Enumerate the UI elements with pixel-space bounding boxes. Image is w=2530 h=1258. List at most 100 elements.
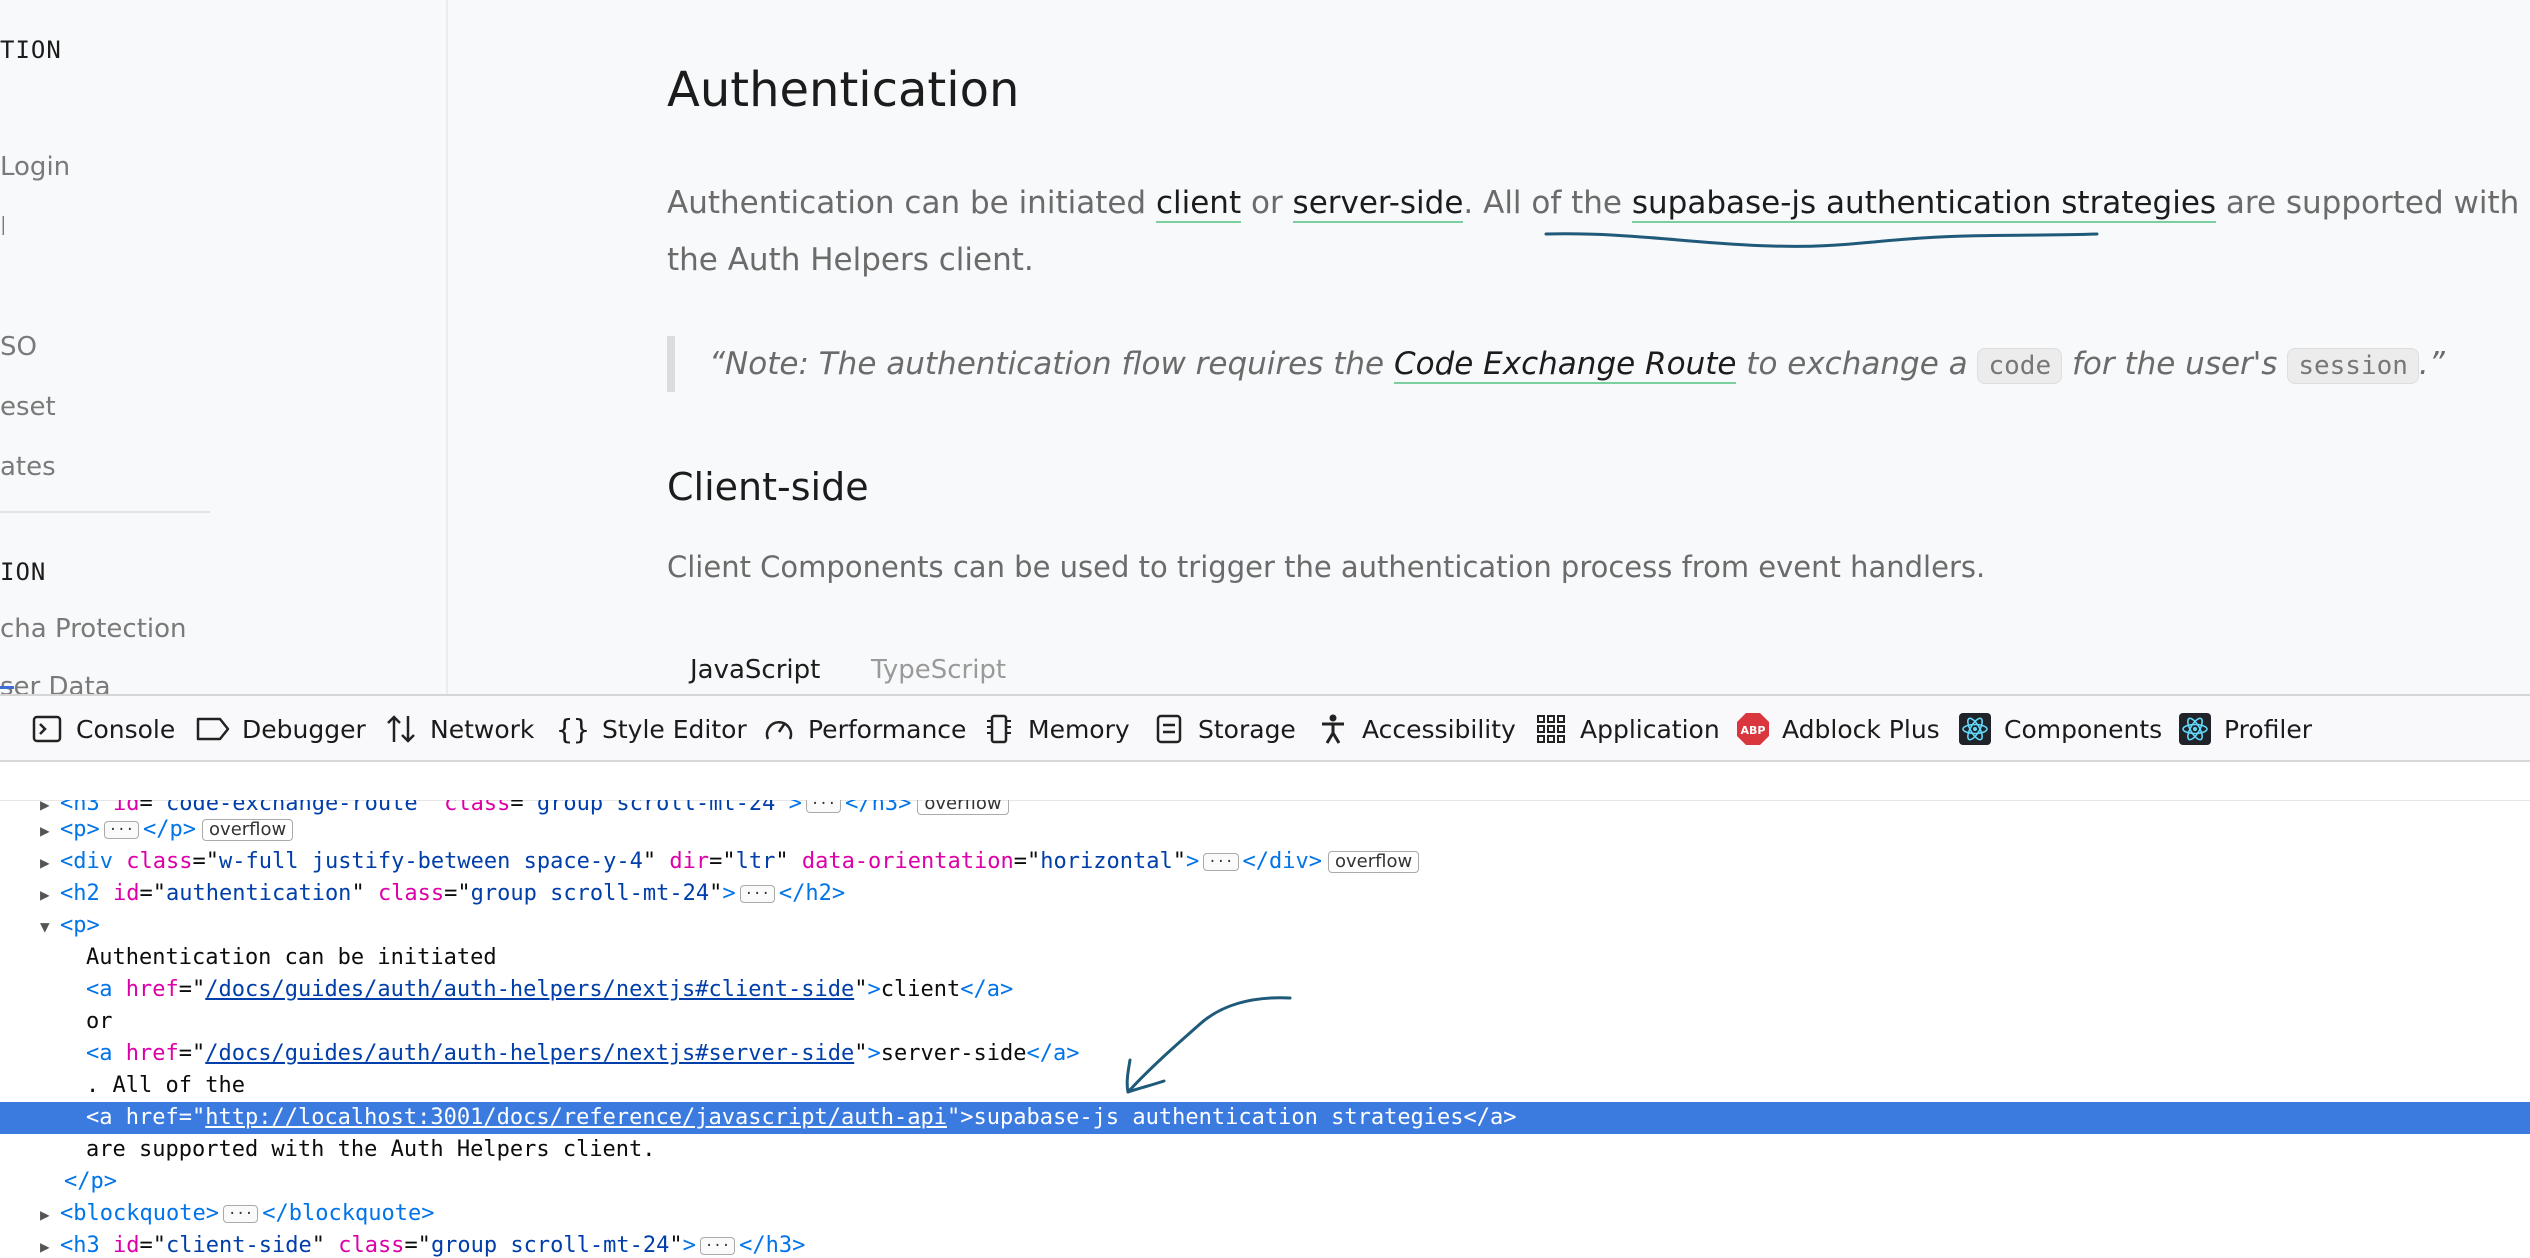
tab-label: Components <box>2004 714 2163 744</box>
collapse-triangle-icon[interactable]: ▼ <box>40 911 60 943</box>
tree-text-node[interactable]: Authentication can be initiated <box>0 942 2530 974</box>
tab-debugger[interactable]: Debugger <box>196 712 366 746</box>
overflow-badge[interactable]: overflow <box>917 800 1009 815</box>
note-text: for the user's <box>2062 346 2288 382</box>
tab-profiler[interactable]: Profiler <box>2178 712 2312 746</box>
collapsed-ellipsis[interactable]: ··· <box>222 1205 259 1223</box>
tab-label: Memory <box>1028 714 1130 744</box>
tab-label: Storage <box>1198 714 1296 744</box>
tab-performance[interactable]: Performance <box>762 712 966 746</box>
tab-network[interactable]: Network <box>384 712 534 746</box>
tree-node-selected[interactable]: <a href="http://localhost:3001/docs/refe… <box>0 1102 2530 1134</box>
memory-icon <box>982 712 1016 746</box>
debugger-icon <box>196 712 230 746</box>
tab-accessibility[interactable]: Accessibility <box>1316 712 1516 746</box>
tree-text-node[interactable]: are supported with the Auth Helpers clie… <box>0 1134 2530 1166</box>
page-title: Authentication <box>667 62 1020 118</box>
collapsed-ellipsis[interactable]: ··· <box>1203 853 1239 871</box>
react-icon <box>1958 712 1992 746</box>
tab-label: Debugger <box>242 714 366 744</box>
console-icon <box>30 712 64 746</box>
overflow-badge[interactable]: overflow <box>1328 851 1420 873</box>
sidebar-item-sso[interactable]: SO <box>0 332 37 362</box>
overflow-badge[interactable]: overflow <box>202 819 294 841</box>
expand-triangle-icon[interactable]: ▶ <box>40 847 60 879</box>
note-text: “Note: The authentication flow requires … <box>709 346 1394 382</box>
note-text: to exchange a <box>1736 346 1978 382</box>
abp-logo-text: ABP <box>1741 724 1766 737</box>
intro-text: . All of the <box>1463 185 1632 221</box>
client-side-description: Client Components can be used to trigger… <box>667 550 1986 584</box>
storage-icon <box>1152 712 1186 746</box>
expand-triangle-icon[interactable]: ▶ <box>40 879 60 911</box>
sidebar-active-indicator <box>0 686 14 689</box>
inline-code: code <box>1977 348 2063 384</box>
handwritten-arrow-annotation <box>1125 996 1292 1094</box>
devtools-panel: Console Debugger Network {} Style Editor… <box>0 694 2530 1258</box>
tab-label: Console <box>76 714 176 744</box>
handwritten-underline-annotation <box>1544 232 2099 248</box>
collapsed-ellipsis[interactable]: ··· <box>805 800 842 813</box>
docs-sidebar: TION Login M SO eset ates ION cha Protec… <box>0 0 448 694</box>
client-side-heading: Client-side <box>667 465 869 509</box>
client-link[interactable]: client <box>1155 185 1242 223</box>
tree-closing-tag[interactable]: </p> <box>0 1166 2530 1198</box>
react-icon <box>2178 712 2212 746</box>
tab-console[interactable]: Console <box>30 712 175 746</box>
adblock-plus-icon: ABP <box>1736 712 1770 746</box>
accessibility-icon <box>1316 712 1350 746</box>
tab-javascript[interactable]: JavaScript <box>690 655 820 685</box>
tab-label: Network <box>430 714 535 744</box>
auth-strategies-link[interactable]: supabase-js authentication strategies <box>1631 185 2217 223</box>
href-link[interactable]: /docs/guides/auth/auth-helpers/nextjs#cl… <box>205 977 854 1002</box>
code-exchange-route-link[interactable]: Code Exchange Route <box>1393 346 1737 384</box>
collapsed-ellipsis[interactable]: ··· <box>103 821 140 839</box>
tab-style-editor[interactable]: {} Style Editor <box>556 712 747 746</box>
note-blockquote: “Note: The authentication flow requires … <box>667 336 2445 392</box>
server-side-link[interactable]: server-side <box>1292 185 1464 223</box>
tree-node[interactable]: ▶ <h2 id="authentication" class="group sc… <box>0 878 2530 910</box>
collapsed-ellipsis[interactable]: ··· <box>699 1237 736 1255</box>
performance-icon <box>762 712 796 746</box>
tab-application[interactable]: Application <box>1534 712 1720 746</box>
tree-node[interactable]: ▶ <h3 id="client-side" class="group scrol… <box>0 1230 2530 1258</box>
tab-typescript[interactable]: TypeScript <box>871 655 1006 685</box>
inspector-search-bar[interactable] <box>0 762 2530 801</box>
sidebar-item-user-data[interactable]: ser Data <box>0 672 111 694</box>
intro-text: or <box>1241 185 1293 221</box>
sidebar-item-clipped[interactable]: M <box>0 212 4 242</box>
expand-triangle-icon[interactable]: ▶ <box>40 1199 60 1231</box>
href-link[interactable]: /docs/guides/auth/auth-helpers/nextjs#se… <box>205 1041 854 1066</box>
tree-node[interactable]: ▼ <p> <box>0 910 2530 942</box>
tab-label: Performance <box>808 714 967 744</box>
inline-code: session <box>2287 348 2419 384</box>
note-text: .” <box>2418 346 2445 382</box>
tab-components[interactable]: Components <box>1958 712 2162 746</box>
href-link[interactable]: http://localhost:3001/docs/reference/jav… <box>205 1105 947 1130</box>
tree-node[interactable]: ▶ <p> ··· </p> overflow <box>0 814 2530 846</box>
sidebar-item-captcha-protection[interactable]: cha Protection <box>0 614 187 644</box>
tab-label: Style Editor <box>602 714 747 744</box>
tree-node[interactable]: ▶ <div class="w-full justify-between spac… <box>0 846 2530 878</box>
sidebar-item-password-reset[interactable]: eset <box>0 392 56 422</box>
sidebar-item-login[interactable]: Login <box>0 152 70 182</box>
sidebar-item-email-templates[interactable]: ates <box>0 452 56 482</box>
tree-node[interactable]: ▶ <blockquote> ··· </blockquote> <box>0 1198 2530 1230</box>
expand-triangle-icon[interactable]: ▶ <box>40 815 60 847</box>
tab-label: Profiler <box>2224 714 2313 744</box>
sidebar-divider <box>0 511 210 513</box>
tab-storage[interactable]: Storage <box>1152 712 1296 746</box>
application-icon <box>1534 712 1568 746</box>
style-editor-icon: {} <box>556 712 590 746</box>
sidebar-section-heading: TION <box>0 36 62 64</box>
expand-triangle-icon[interactable]: ▶ <box>40 1231 60 1258</box>
collapsed-ellipsis[interactable]: ··· <box>739 885 775 903</box>
tab-label: Adblock Plus <box>1782 714 1940 744</box>
tab-label: Accessibility <box>1362 714 1516 744</box>
tab-label: Application <box>1580 714 1720 744</box>
docs-page: TION Login M SO eset ates ION cha Protec… <box>0 0 2530 694</box>
tab-memory[interactable]: Memory <box>982 712 1130 746</box>
tab-adblock-plus[interactable]: ABP Adblock Plus <box>1736 712 1940 746</box>
article: Authentication Authentication can be ini… <box>667 0 2530 694</box>
sidebar-section-heading: ION <box>0 558 47 586</box>
